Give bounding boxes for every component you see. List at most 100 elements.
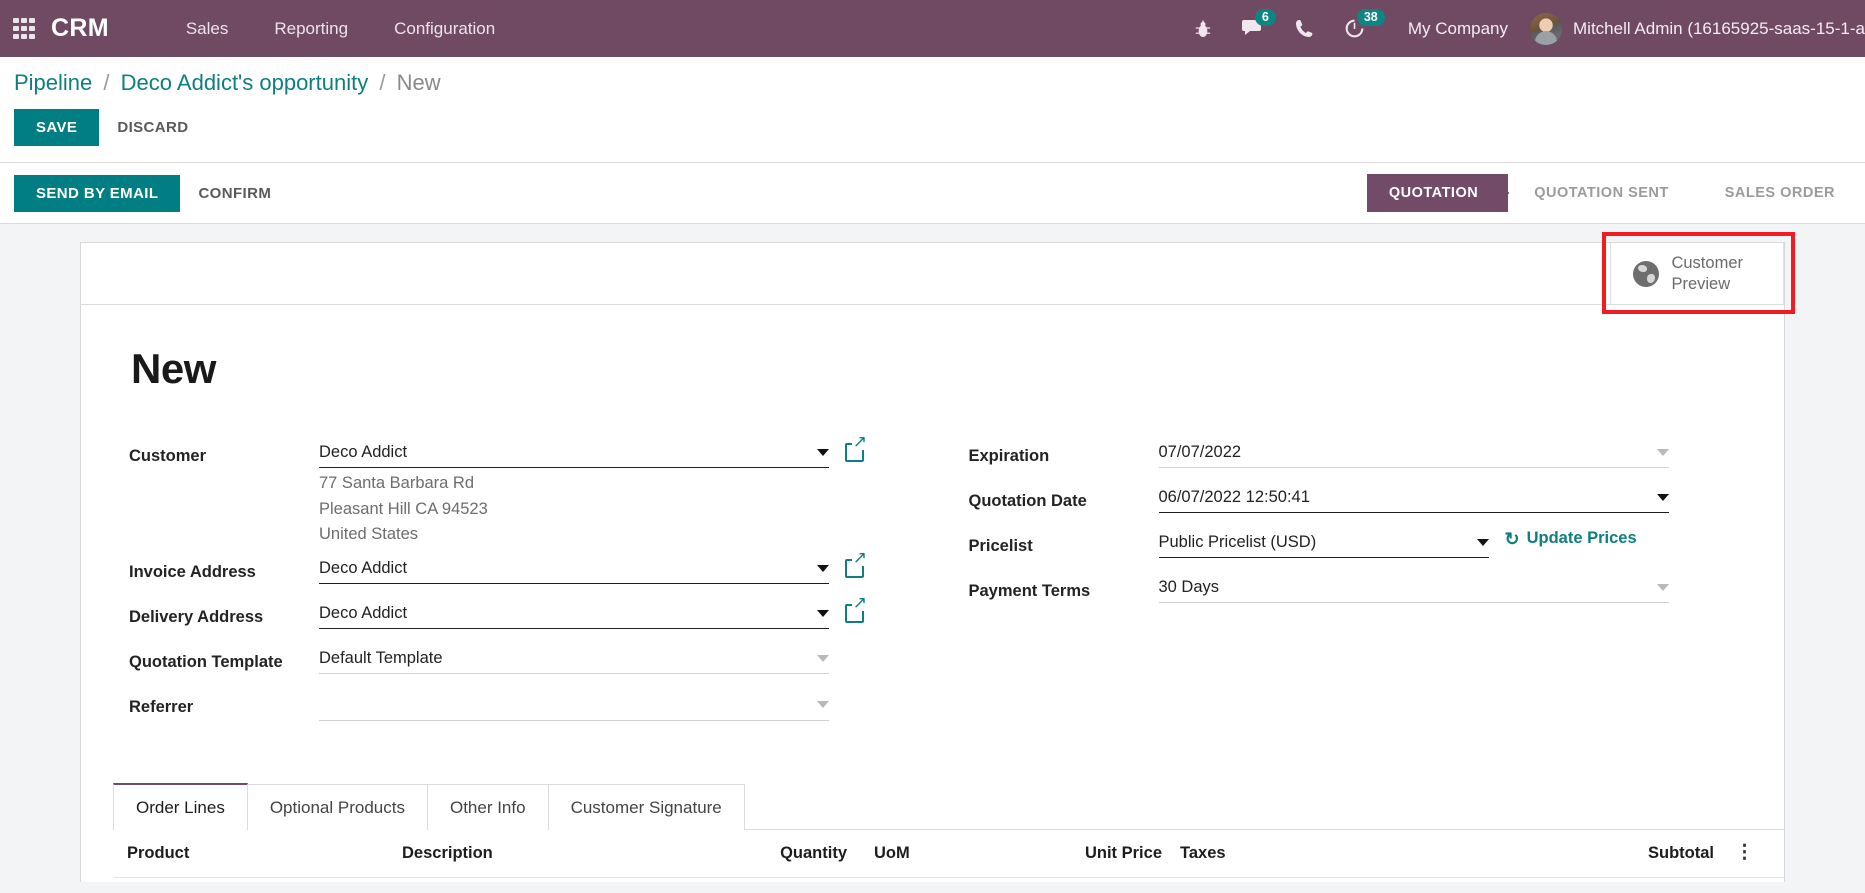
quotation-template-input[interactable]: Default Template — [319, 645, 829, 674]
activity-clock-icon[interactable]: 38 — [1344, 9, 1385, 39]
chevron-down-icon[interactable] — [1656, 494, 1669, 501]
form-columns: Customer Deco Addict 77 Santa Barbara Rd… — [129, 433, 1737, 735]
invoice-address-external-link-icon[interactable] — [845, 548, 868, 578]
user-menu[interactable]: Mitchell Admin (16165925-saas-15-1-a — [1530, 12, 1865, 45]
customer-preview-line1: Customer — [1671, 253, 1743, 272]
company-switcher[interactable]: My Company — [1408, 19, 1508, 39]
nav-item-configuration[interactable]: Configuration — [371, 19, 518, 39]
statusbar-row: SEND BY EMAIL CONFIRM QUOTATION QUOTATIO… — [0, 163, 1865, 224]
activity-badge: 38 — [1356, 9, 1385, 26]
customer-external-link-icon[interactable] — [845, 433, 868, 462]
field-value-invoice-address: Deco Addict — [319, 555, 829, 584]
column-header-quantity[interactable]: Quantity — [722, 844, 847, 863]
stage-chevron-icon — [1490, 174, 1509, 212]
chevron-down-icon[interactable] — [817, 609, 829, 617]
invoice-address-input[interactable]: Deco Addict — [319, 555, 829, 584]
stage-quotation[interactable]: QUOTATION — [1366, 174, 1509, 212]
app-brand[interactable]: CRM — [51, 14, 109, 43]
field-value-delivery-address: Deco Addict — [319, 600, 829, 629]
tab-optional-products[interactable]: Optional Products — [246, 783, 428, 830]
customer-address: 77 Santa Barbara Rd Pleasant Hill CA 945… — [319, 468, 829, 548]
update-prices-label: Update Prices — [1526, 529, 1637, 547]
chevron-down-icon[interactable] — [1656, 449, 1669, 456]
tab-order-lines[interactable]: Order Lines — [113, 782, 248, 830]
breadcrumb-separator: / — [379, 70, 386, 95]
stage-label: QUOTATION SENT — [1534, 185, 1669, 201]
address-line-2: Pleasant Hill CA 94523 — [319, 499, 488, 518]
form-sheet: Customer Preview New Customer Deco Addic — [80, 232, 1795, 882]
messages-icon[interactable]: 6 — [1241, 9, 1276, 39]
globe-icon — [1633, 260, 1660, 287]
column-header-taxes[interactable]: Taxes — [1162, 844, 1594, 863]
control-panel-buttons: SAVE DISCARD — [14, 100, 1865, 162]
send-by-email-button[interactable]: SEND BY EMAIL — [14, 174, 181, 212]
field-row-quotation-template: Quotation Template Default Template — [129, 645, 933, 683]
customer-input[interactable]: Deco Addict — [319, 439, 829, 468]
stage-chevron-icon — [1681, 174, 1700, 212]
page-title: New — [131, 345, 216, 392]
delivery-address-external-link-icon[interactable] — [845, 593, 868, 623]
field-row-quotation-date: Quotation Date 06/07/2022 12:50:41 — [969, 484, 1737, 522]
tab-customer-signature[interactable]: Customer Signature — [547, 783, 745, 830]
update-prices-button[interactable]: ↻ Update Prices — [1505, 529, 1637, 548]
field-row-payment-terms: Payment Terms 30 Days — [969, 574, 1737, 612]
phone-icon[interactable] — [1295, 19, 1314, 39]
quotation-template-value: Default Template — [319, 648, 443, 667]
customer-preview-button[interactable]: Customer Preview — [1610, 243, 1784, 304]
apps-grid-icon[interactable] — [13, 17, 35, 40]
customer-preview-line2: Preview — [1671, 274, 1731, 293]
field-value-quotation-template: Default Template — [319, 645, 829, 674]
breadcrumb-item-pipeline[interactable]: Pipeline — [14, 70, 92, 95]
confirm-button[interactable]: CONFIRM — [180, 175, 289, 212]
username-label: Mitchell Admin (16165925-saas-15-1-a — [1573, 18, 1865, 38]
chevron-down-icon[interactable] — [1656, 584, 1669, 591]
chevron-down-icon[interactable] — [817, 564, 829, 572]
column-header-subtotal[interactable]: Subtotal — [1594, 844, 1714, 863]
field-label-quotation-template: Quotation Template — [129, 652, 283, 671]
save-button[interactable]: SAVE — [14, 109, 100, 146]
customer-value: Deco Addict — [319, 443, 408, 461]
table-header-row: Product Description Quantity UoM Unit Pr… — [113, 830, 1784, 878]
column-header-uom[interactable]: UoM — [847, 844, 987, 863]
column-header-description[interactable]: Description — [402, 844, 722, 863]
nav-item-sales[interactable]: Sales — [163, 19, 252, 39]
stage-label: SALES ORDER — [1724, 185, 1835, 201]
field-label-expiration: Expiration — [968, 447, 1050, 465]
control-panel: Pipeline / Deco Addict's opportunity / N… — [0, 57, 1865, 162]
nav-item-reporting[interactable]: Reporting — [251, 19, 371, 39]
form-column-right: Expiration 07/07/2022 Quotation Date 06/… — [933, 439, 1737, 735]
pricelist-input[interactable]: Public Pricelist (USD) — [1158, 529, 1489, 558]
pricelist-value: Public Pricelist (USD) — [1158, 533, 1317, 551]
messages-badge: 6 — [1254, 9, 1276, 26]
column-header-unit-price[interactable]: Unit Price — [987, 844, 1162, 863]
expiration-input[interactable]: 07/07/2022 — [1158, 439, 1669, 468]
field-label-invoice-address: Invoice Address — [129, 562, 256, 581]
field-value-referrer — [319, 690, 829, 721]
field-row-pricelist: Pricelist Public Pricelist (USD) ↻ Updat… — [969, 529, 1737, 567]
breadcrumb-separator: / — [103, 70, 110, 95]
quotation-date-input[interactable]: 06/07/2022 12:50:41 — [1158, 484, 1669, 513]
expiration-value: 07/07/2022 — [1158, 443, 1242, 461]
chevron-down-icon[interactable] — [817, 700, 829, 708]
chevron-down-icon[interactable] — [817, 654, 829, 662]
delivery-address-input[interactable]: Deco Addict — [319, 600, 829, 629]
breadcrumb-item-opportunity[interactable]: Deco Addict's opportunity — [121, 70, 369, 95]
notebook-tabs: Order Lines Optional Products Other Info… — [113, 782, 1784, 830]
chevron-down-icon[interactable] — [817, 449, 829, 456]
referrer-input[interactable] — [319, 690, 829, 721]
record-action-buttons: SEND BY EMAIL CONFIRM — [14, 174, 289, 212]
bug-icon[interactable] — [1194, 19, 1212, 39]
stage-sales-order[interactable]: SALES ORDER — [1698, 174, 1865, 212]
column-options-icon[interactable]: ⋮ — [1714, 843, 1754, 863]
field-row-delivery-address: Delivery Address Deco Addict — [129, 593, 933, 638]
tab-other-info[interactable]: Other Info — [426, 783, 549, 830]
payment-terms-value: 30 Days — [1158, 578, 1220, 596]
stage-quotation-sent[interactable]: QUOTATION SENT — [1508, 174, 1699, 212]
field-row-expiration: Expiration 07/07/2022 — [969, 439, 1737, 477]
payment-terms-input[interactable]: 30 Days — [1158, 574, 1669, 603]
column-header-product[interactable]: Product — [127, 844, 402, 863]
field-label-referrer: Referrer — [129, 697, 194, 716]
discard-button[interactable]: DISCARD — [99, 109, 206, 146]
chevron-down-icon[interactable] — [1476, 539, 1489, 546]
referrer-value — [319, 694, 809, 715]
